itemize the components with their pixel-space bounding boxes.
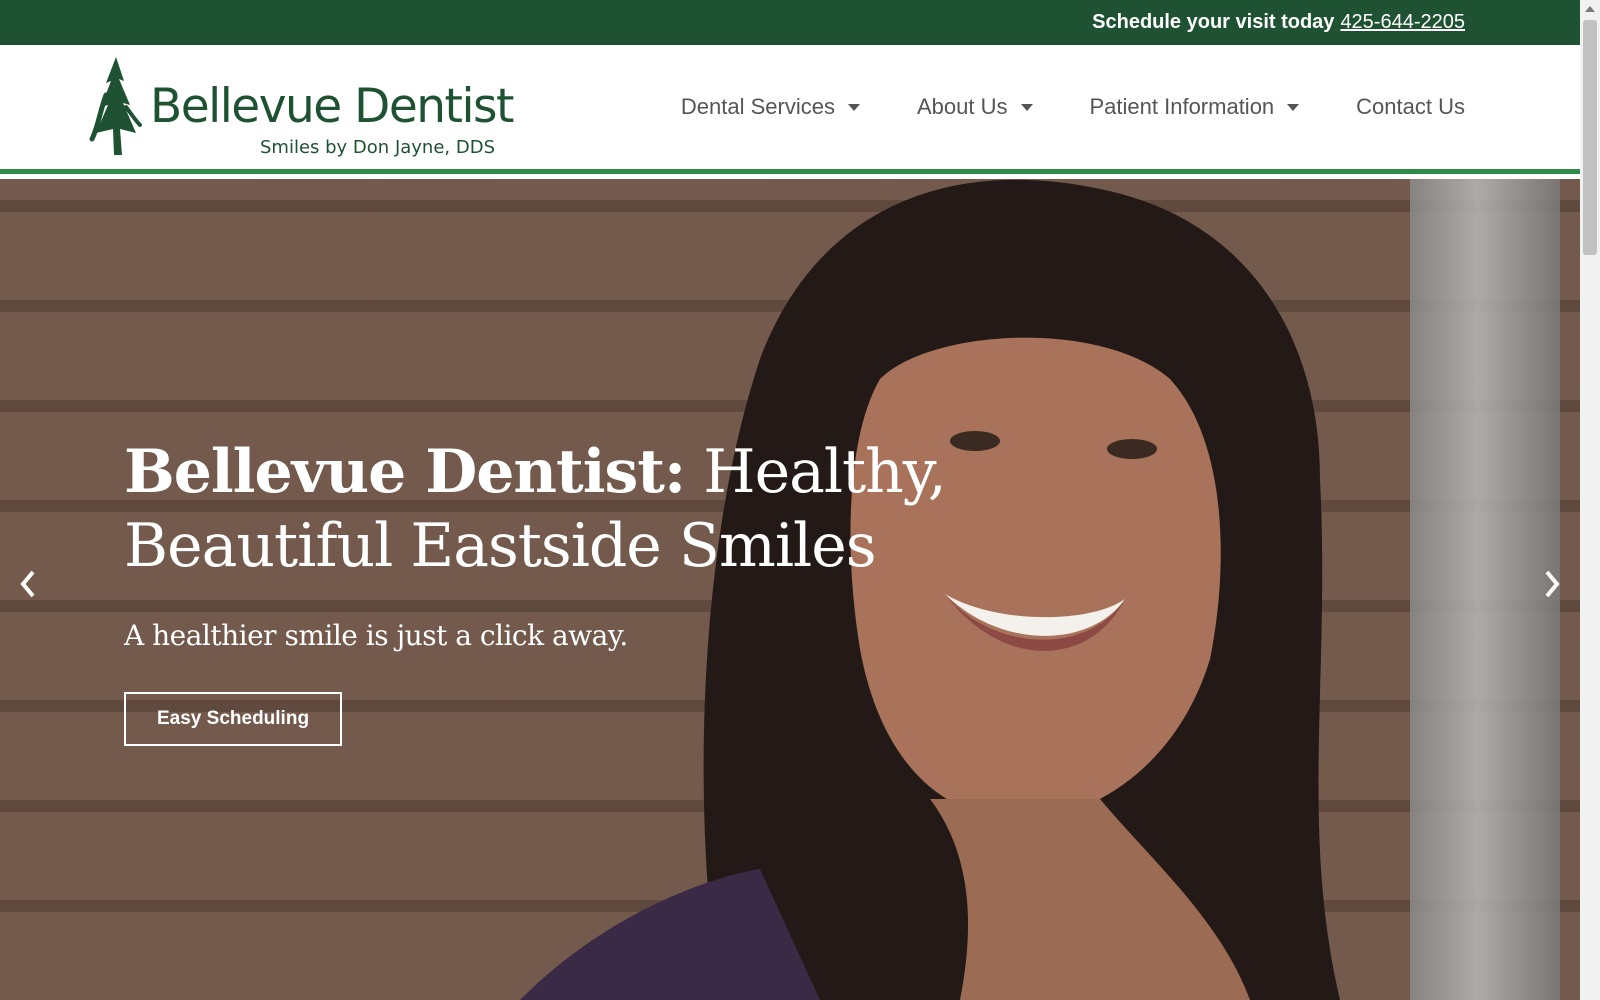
hero-title: Bellevue Dentist: Healthy, Beautiful Eas… (124, 435, 964, 583)
nav-item-label: About Us (917, 94, 1008, 119)
hero-slider: Bellevue Dentist: Healthy, Beautiful Eas… (0, 179, 1580, 1000)
site-logo[interactable]: Bellevue Dentist Smiles by Don Jayne, DD… (86, 55, 514, 159)
nav-item-label: Contact Us (1356, 94, 1465, 119)
nav-item-patient-information[interactable]: Patient Information (1090, 94, 1300, 120)
hero-content: Bellevue Dentist: Healthy, Beautiful Eas… (124, 435, 964, 746)
nav-item-dental-services[interactable]: Dental Services (681, 94, 860, 120)
caret-down-icon (848, 103, 860, 111)
hero-title-bold: Bellevue Dentist: (124, 437, 686, 507)
hero-subtitle: A healthier smile is just a click away. (124, 619, 628, 652)
site-header: Bellevue Dentist Smiles by Don Jayne, DD… (0, 45, 1580, 174)
phone-link[interactable]: 425-644-2205 (1340, 11, 1465, 34)
schedule-text: Schedule your visit today (1092, 11, 1335, 33)
nav-item-about-us[interactable]: About Us (917, 94, 1033, 120)
chevron-left-icon[interactable] (18, 569, 38, 604)
nav-item-contact-us[interactable]: Contact Us (1356, 94, 1465, 120)
easy-scheduling-button[interactable]: Easy Scheduling (124, 692, 343, 746)
logo-subtitle: Smiles by Don Jayne, DDS (260, 137, 496, 158)
caret-down-icon (1020, 103, 1033, 111)
pine-tree-icon (89, 57, 142, 155)
nav-item-label: Dental Services (680, 94, 835, 119)
nav-item-label: Patient Information (1089, 94, 1275, 119)
top-contact-bar: Schedule your visit today 425-644-2205 (0, 0, 1580, 45)
logo-title: Bellevue Dentist (150, 79, 514, 134)
chevron-right-icon[interactable] (1542, 569, 1562, 604)
scroll-up-icon[interactable] (1585, 6, 1595, 12)
main-nav: Dental Services About Us Patient Informa… (624, 45, 1465, 169)
scrollbar-thumb[interactable] (1583, 20, 1597, 255)
caret-down-icon (1287, 103, 1300, 111)
page-scrollbar[interactable] (1580, 0, 1600, 1000)
